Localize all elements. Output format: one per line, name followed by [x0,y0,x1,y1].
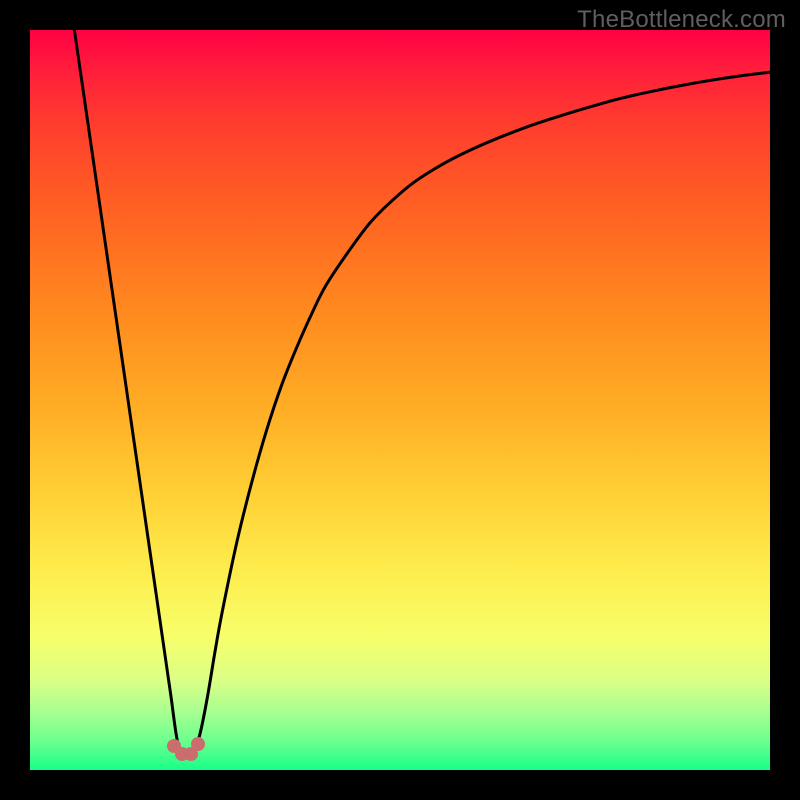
curve-marker [191,737,205,751]
plot-area [30,30,770,770]
chart-frame: TheBottleneck.com [0,0,800,800]
marker-layer [30,30,770,770]
attribution-text: TheBottleneck.com [577,6,786,34]
